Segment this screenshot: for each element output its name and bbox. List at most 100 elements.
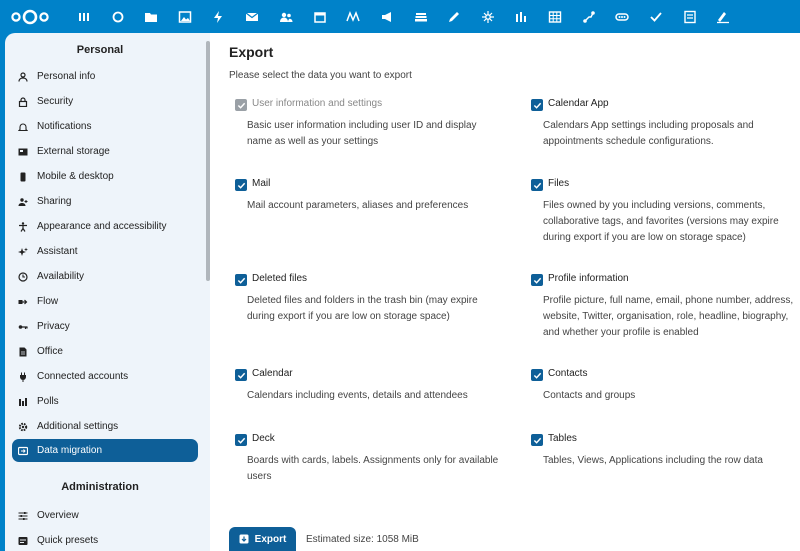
check-icon	[237, 437, 245, 444]
sidebar-item-privacy[interactable]: Privacy	[12, 315, 198, 338]
flow-icon[interactable]	[579, 7, 599, 27]
option-description: Calendars App settings including proposa…	[543, 120, 754, 147]
mail-icon[interactable]	[242, 7, 262, 27]
option-title[interactable]: Mail	[252, 178, 270, 189]
option-title[interactable]: Deck	[252, 433, 275, 444]
check-icon	[533, 437, 541, 444]
option-title[interactable]: Calendar App	[548, 98, 609, 109]
checkbox-files[interactable]	[531, 179, 543, 191]
sidebar-item-flow[interactable]: Flow	[12, 290, 198, 313]
sparkle-icon	[13, 240, 33, 263]
assistant-icon[interactable]	[478, 7, 498, 27]
nextcloud-logo[interactable]	[10, 8, 50, 26]
option-title[interactable]: Files	[548, 178, 569, 189]
sidebar-item-label: Polls	[37, 396, 59, 407]
option-title[interactable]: Contacts	[548, 368, 587, 379]
sidebar-item-label: Overview	[37, 510, 79, 521]
forms-icon[interactable]	[680, 7, 700, 27]
page-subtitle: Please select the data you want to expor…	[229, 70, 412, 81]
passwords-icon[interactable]	[612, 7, 632, 27]
check-icon	[237, 102, 245, 109]
sidebar-item-overview[interactable]: Overview	[12, 504, 198, 527]
photos-icon[interactable]	[175, 7, 195, 27]
sidebar-item-label: Security	[37, 96, 74, 107]
sidebar-item-label: Flow	[37, 296, 59, 307]
option-description: Contacts and groups	[543, 390, 636, 401]
sidebar-item-additional-settings[interactable]: Additional settings	[12, 415, 198, 438]
sidebar-item-label: Personal info	[37, 71, 96, 82]
gear-icon	[13, 415, 33, 438]
checkbox-profile-information[interactable]	[531, 274, 543, 286]
option-title[interactable]: Tables	[548, 433, 577, 444]
sidebar-item-label: Privacy	[37, 321, 70, 332]
whiteboard-icon[interactable]	[713, 7, 733, 27]
sidebar-item-label: Availability	[37, 271, 85, 282]
export-button[interactable]: Export	[229, 527, 296, 551]
option-title[interactable]: Deleted files	[252, 273, 307, 284]
sidebar-item-mobile-desktop[interactable]: Mobile & desktop	[12, 165, 198, 188]
checkbox-mail[interactable]	[235, 179, 247, 191]
search-icon[interactable]	[108, 7, 128, 27]
top-bar	[0, 0, 800, 33]
deck-icon[interactable]	[411, 7, 431, 27]
files-icon[interactable]	[141, 7, 161, 27]
sidebar-item-connected-accounts[interactable]: Connected accounts	[12, 365, 198, 388]
sidebar-item-label: Assistant	[37, 246, 78, 257]
export-button-label: Export	[254, 533, 287, 545]
option-title[interactable]: Profile information	[548, 273, 629, 284]
checkbox-user-information	[235, 99, 247, 111]
sidebar-item-data-migration[interactable]: Data migration	[12, 439, 198, 462]
sidebar-item-sharing[interactable]: Sharing	[12, 190, 198, 213]
migration-icon	[13, 439, 33, 462]
sidebar-item-notifications[interactable]: Notifications	[12, 115, 198, 138]
sidebar-item-label: Data migration	[37, 445, 103, 456]
user-icon	[13, 65, 33, 88]
presets-icon	[13, 529, 33, 551]
sliders-icon	[13, 504, 33, 527]
option-description: Files owned by you including versions, c…	[543, 200, 779, 243]
personal-heading: Personal	[76, 44, 124, 56]
sidebar-item-label: Mobile & desktop	[37, 171, 114, 182]
checkbox-deck[interactable]	[235, 434, 247, 446]
key-icon	[13, 315, 33, 338]
main-content: Export Please select the data you want t…	[210, 33, 800, 551]
checkbox-tables[interactable]	[531, 434, 543, 446]
settings-sidebar: Personal Personal info Security Notifica…	[5, 33, 210, 551]
accessibility-icon	[13, 215, 33, 238]
contacts-icon[interactable]	[276, 7, 296, 27]
checkbox-calendar[interactable]	[235, 369, 247, 381]
share-icon	[13, 190, 33, 213]
notes-icon[interactable]	[343, 7, 363, 27]
sidebar-item-assistant[interactable]: Assistant	[12, 240, 198, 263]
sidebar-item-label: Additional settings	[37, 421, 119, 432]
sidebar-item-security[interactable]: Security	[12, 90, 198, 113]
dashboard-icon[interactable]	[74, 7, 94, 27]
estimated-size: Estimated size: 1058 MiB	[306, 534, 419, 545]
check-icon	[533, 277, 541, 284]
sidebar-item-office[interactable]: Office	[12, 340, 198, 363]
tables-icon[interactable]	[545, 7, 565, 27]
sidebar-item-availability[interactable]: Availability	[12, 265, 198, 288]
activity-icon[interactable]	[208, 7, 228, 27]
sidebar-item-personal-info[interactable]: Personal info	[12, 65, 198, 88]
sidebar-item-label: Connected accounts	[37, 371, 129, 382]
announcements-icon[interactable]	[377, 7, 397, 27]
checkbox-calendar-app[interactable]	[531, 99, 543, 111]
option-description: Boards with cards, labels. Assignments o…	[247, 455, 499, 482]
bell-icon	[13, 115, 33, 138]
storage-icon	[13, 140, 33, 163]
analytics-icon[interactable]	[511, 7, 531, 27]
sidebar-item-polls[interactable]: Polls	[12, 390, 198, 413]
checkbox-contacts[interactable]	[531, 369, 543, 381]
page-title: Export	[229, 44, 274, 60]
option-description: Mail account parameters, aliases and pre…	[247, 200, 469, 211]
calendar-icon[interactable]	[310, 7, 330, 27]
option-title[interactable]: Calendar	[252, 368, 293, 379]
sidebar-item-external-storage[interactable]: External storage	[12, 140, 198, 163]
document-icon	[13, 340, 33, 363]
tasks-icon[interactable]	[646, 7, 666, 27]
sidebar-item-appearance[interactable]: Appearance and accessibility	[12, 215, 198, 238]
text-icon[interactable]	[444, 7, 464, 27]
sidebar-item-quick-presets[interactable]: Quick presets	[12, 529, 198, 551]
checkbox-deleted-files[interactable]	[235, 274, 247, 286]
